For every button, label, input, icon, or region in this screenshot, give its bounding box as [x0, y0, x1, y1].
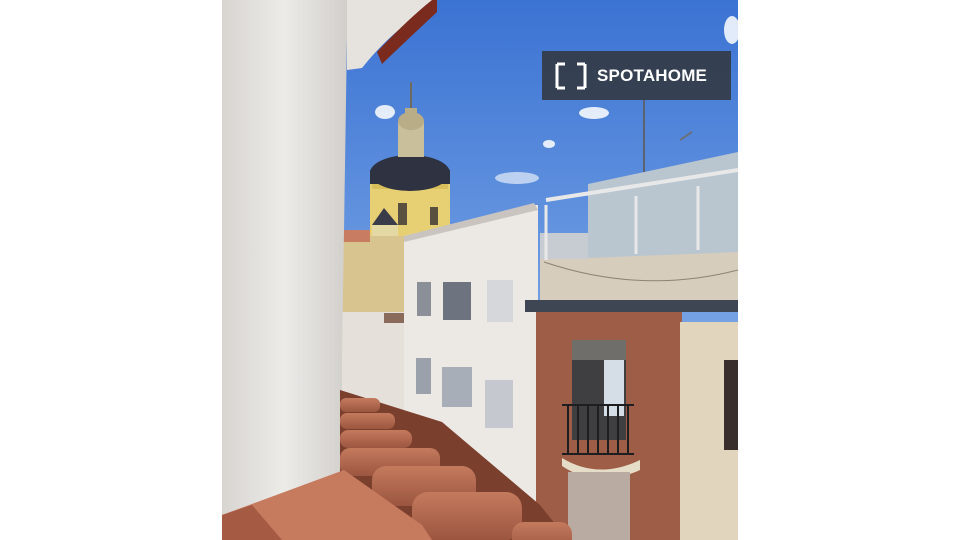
spotahome-watermark: SPOTAHOME	[542, 51, 731, 100]
brick-building	[525, 300, 738, 540]
watermark-brand: SPOTAHOME	[597, 65, 708, 85]
bracket-square-icon	[554, 60, 588, 92]
stucco-wall	[222, 0, 347, 515]
